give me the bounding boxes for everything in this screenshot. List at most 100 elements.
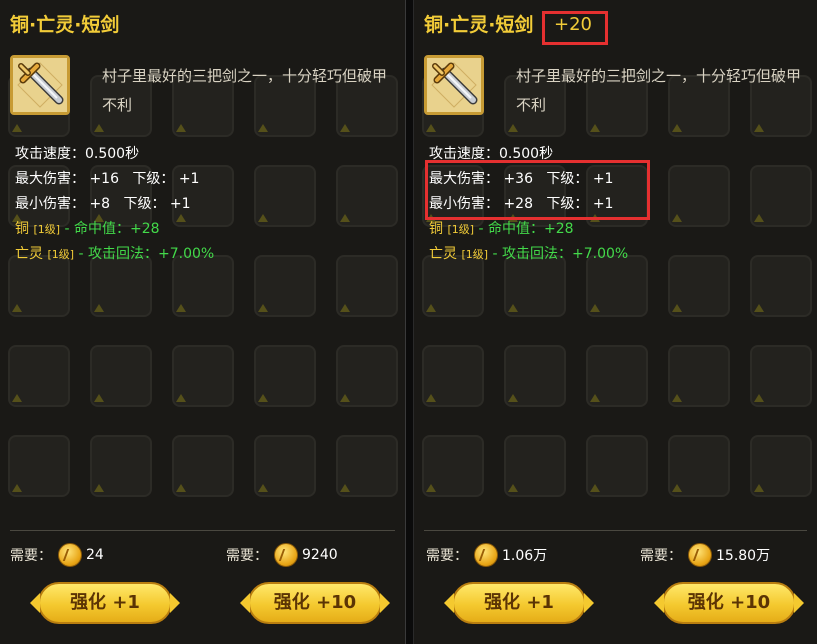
gold-coin-icon (688, 543, 712, 567)
min-damage-row: 最小伤害： +28 下级： +1 (429, 192, 628, 217)
slot-corner-marker (340, 484, 350, 492)
inventory-slot (8, 435, 70, 497)
attack-speed-value: 0.500秒 (499, 146, 554, 162)
slot-corner-marker (672, 124, 682, 132)
item-title: 铜·亡灵·短剑 (424, 14, 534, 36)
max-damage-next-value: +1 (592, 171, 614, 187)
slot-corner-marker (176, 484, 186, 492)
attack-speed-row: 攻击速度：0.500秒 (429, 142, 628, 167)
enhance-plus10-button[interactable]: 强化 +10 (240, 582, 390, 624)
slot-corner-marker (12, 484, 22, 492)
affix-effect: - 命中值：+28 (478, 221, 574, 237)
inventory-slot (172, 345, 234, 407)
cost-plus1: 需要： 24 (10, 543, 104, 567)
max-damage-next-label: 下级： (132, 171, 175, 187)
min-damage-label: 最小伤害： (429, 196, 499, 212)
slot-corner-marker (426, 124, 436, 132)
affix-level: [1级] (33, 223, 61, 236)
slot-corner-marker (426, 304, 436, 312)
slot-corner-marker (258, 304, 268, 312)
min-damage-next-label: 下级： (546, 196, 589, 212)
inventory-slot (422, 345, 484, 407)
affix-name: 亡灵 (429, 246, 457, 262)
min-damage-next-value: +1 (592, 196, 614, 212)
slot-corner-marker (94, 394, 104, 402)
inventory-slot (254, 345, 316, 407)
gold-coin-icon (474, 543, 498, 567)
min-damage-row: 最小伤害： +8 下级： +1 (15, 192, 214, 217)
affix-name: 铜 (15, 221, 29, 237)
inventory-slot (336, 345, 398, 407)
affix-name: 铜 (429, 221, 443, 237)
inventory-slot (668, 345, 730, 407)
cost-value: 9240 (302, 547, 338, 563)
cost-plus1: 需要： 1.06万 (426, 543, 547, 567)
slot-corner-marker (590, 394, 600, 402)
slot-corner-marker (590, 484, 600, 492)
inventory-slot (254, 435, 316, 497)
slot-corner-marker (590, 304, 600, 312)
inventory-slot (668, 165, 730, 227)
slot-corner-marker (754, 394, 764, 402)
left-panel: 铜·亡灵·短剑 村子里最好的三把剑之一，十分轻巧但破甲不利 攻击速度：0.500… (0, 0, 405, 644)
slot-corner-marker (426, 484, 436, 492)
divider-line (424, 530, 807, 531)
divider-line (10, 530, 395, 531)
inventory-slot (504, 435, 566, 497)
inventory-slot (422, 435, 484, 497)
affix-effect: - 命中值：+28 (64, 221, 160, 237)
max-damage-value: +36 (503, 171, 533, 187)
slot-corner-marker (754, 124, 764, 132)
slot-corner-marker (258, 124, 268, 132)
enhance-plus1-button[interactable]: 强化 +1 (30, 582, 180, 624)
item-title: 铜·亡灵·短剑 (10, 14, 120, 36)
inventory-slot (750, 165, 812, 227)
cost-label: 需要： (226, 548, 268, 564)
slot-corner-marker (12, 124, 22, 132)
min-damage-value: +8 (89, 196, 111, 212)
slot-corner-marker (176, 304, 186, 312)
inventory-slot (336, 255, 398, 317)
slot-corner-marker (12, 394, 22, 402)
short-sword-icon (424, 55, 484, 115)
affix-row-undead: 亡灵 [1级] - 攻击回法：+7.00% (429, 242, 628, 267)
panel-divider (405, 0, 414, 644)
slot-corner-marker (340, 394, 350, 402)
min-damage-next-label: 下级： (123, 196, 166, 212)
attack-speed-value: 0.500秒 (85, 146, 140, 162)
slot-corner-marker (754, 484, 764, 492)
inventory-slot (254, 255, 316, 317)
affix-effect: - 攻击回法：+7.00% (78, 246, 215, 262)
inventory-slot (586, 435, 648, 497)
slot-corner-marker (258, 484, 268, 492)
slot-corner-marker (258, 214, 268, 222)
item-stats: 攻击速度：0.500秒 最大伤害： +16 下级： +1 最小伤害： +8 下级… (15, 142, 214, 267)
slot-corner-marker (340, 124, 350, 132)
cost-plus10: 需要： 15.80万 (640, 543, 770, 567)
min-damage-value: +28 (503, 196, 533, 212)
slot-corner-marker (94, 304, 104, 312)
inventory-slot (90, 345, 152, 407)
slot-corner-marker (12, 304, 22, 312)
enhance-plus10-button[interactable]: 强化 +10 (654, 582, 804, 624)
gold-coin-icon (274, 543, 298, 567)
slot-corner-marker (340, 304, 350, 312)
affix-effect: - 攻击回法：+7.00% (492, 246, 629, 262)
inventory-slot (750, 345, 812, 407)
enhance-plus1-button[interactable]: 强化 +1 (444, 582, 594, 624)
max-damage-label: 最大伤害： (15, 171, 85, 187)
affix-level: [1级] (447, 223, 475, 236)
inventory-slot (8, 345, 70, 407)
affix-row-copper: 铜 [1级] - 命中值：+28 (15, 217, 214, 242)
enhance-level: +20 (554, 14, 592, 35)
attack-speed-label: 攻击速度： (429, 146, 499, 162)
slot-corner-marker (754, 304, 764, 312)
inventory-slot (336, 165, 398, 227)
slot-corner-marker (508, 124, 518, 132)
slot-corner-marker (258, 394, 268, 402)
slot-corner-marker (426, 394, 436, 402)
cost-value: 24 (86, 547, 104, 563)
slot-corner-marker (176, 124, 186, 132)
slot-corner-marker (508, 484, 518, 492)
slot-corner-marker (672, 394, 682, 402)
